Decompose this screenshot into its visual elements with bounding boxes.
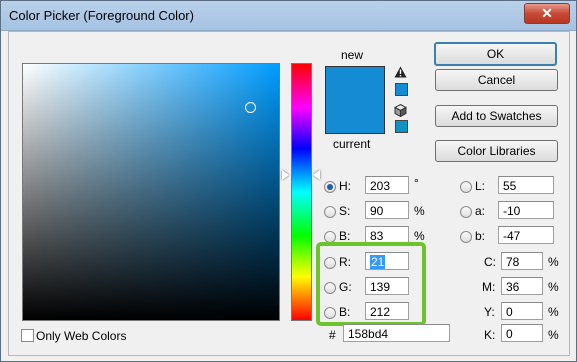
- lab-b-field[interactable]: -47: [498, 226, 554, 244]
- lab-l-radio[interactable]: [460, 181, 472, 193]
- hex-field[interactable]: 158bd4: [343, 324, 450, 342]
- web-safe-swatch[interactable]: [395, 120, 408, 133]
- current-label: current: [333, 137, 371, 151]
- black-unit: %: [548, 328, 559, 342]
- cyan-label: C:: [484, 255, 496, 269]
- current-color-swatch[interactable]: [325, 100, 385, 134]
- hue-field[interactable]: 203: [365, 176, 409, 194]
- cyan-unit: %: [548, 255, 559, 269]
- rgb-highlight-box: [316, 242, 426, 326]
- hex-label: #: [329, 328, 336, 342]
- saturation-label: S:: [339, 204, 351, 218]
- color-libraries-button[interactable]: Color Libraries: [435, 140, 558, 162]
- lab-l-field[interactable]: 55: [498, 176, 554, 194]
- gamut-warning-icon[interactable]: [394, 66, 407, 78]
- cancel-button[interactable]: Cancel: [435, 69, 558, 91]
- color-field-cursor[interactable]: [245, 102, 256, 113]
- lab-a-label: a:: [475, 204, 486, 218]
- ok-button[interactable]: OK: [434, 42, 557, 66]
- dialog-body: new current OK Cancel Add to Swatches Co…: [8, 31, 570, 356]
- new-label: new: [341, 48, 364, 62]
- yellow-field[interactable]: 0: [501, 302, 543, 320]
- add-to-swatches-button[interactable]: Add to Swatches: [435, 105, 558, 127]
- lab-l-label: L:: [475, 179, 486, 193]
- hue-slider[interactable]: [291, 63, 312, 321]
- title-bar[interactable]: Color Picker (Foreground Color) ✕: [1, 1, 576, 31]
- magenta-label: M:: [482, 280, 496, 294]
- magenta-unit: %: [548, 280, 559, 294]
- black-field[interactable]: 0: [501, 324, 543, 342]
- lab-a-field[interactable]: -10: [498, 201, 554, 219]
- yellow-label: Y:: [484, 305, 495, 319]
- hue-slider-right-arrow[interactable]: [313, 170, 320, 180]
- brightness-unit: %: [414, 229, 425, 243]
- saturation-unit: %: [414, 204, 425, 218]
- saturation-radio[interactable]: [324, 206, 336, 218]
- yellow-unit: %: [548, 305, 559, 319]
- only-web-colors-checkbox[interactable]: [21, 329, 34, 342]
- cyan-field[interactable]: 78: [501, 252, 543, 270]
- magenta-field[interactable]: 36: [501, 277, 543, 295]
- lab-b-radio[interactable]: [460, 231, 472, 243]
- lab-b-label: b:: [475, 229, 486, 243]
- saturation-field[interactable]: 90: [365, 201, 409, 219]
- hue-label: H:: [339, 179, 351, 193]
- new-color-swatch: [325, 66, 385, 101]
- black-label: K:: [484, 328, 496, 342]
- close-button[interactable]: ✕: [524, 3, 570, 24]
- hue-radio[interactable]: [324, 181, 336, 193]
- close-icon: ✕: [541, 5, 553, 21]
- hue-unit: °: [414, 176, 419, 190]
- color-field[interactable]: [22, 63, 280, 321]
- lab-a-radio[interactable]: [460, 206, 472, 218]
- web-safe-cube-icon[interactable]: [394, 104, 407, 117]
- gamut-warning-swatch[interactable]: [395, 83, 408, 96]
- only-web-colors-label: Only Web Colors: [36, 329, 127, 343]
- brightness-label: B:: [339, 229, 351, 243]
- color-picker-window: Color Picker (Foreground Color) ✕ new cu…: [0, 0, 577, 362]
- window-title: Color Picker (Foreground Color): [9, 8, 194, 23]
- hue-slider-left-arrow[interactable]: [282, 170, 289, 180]
